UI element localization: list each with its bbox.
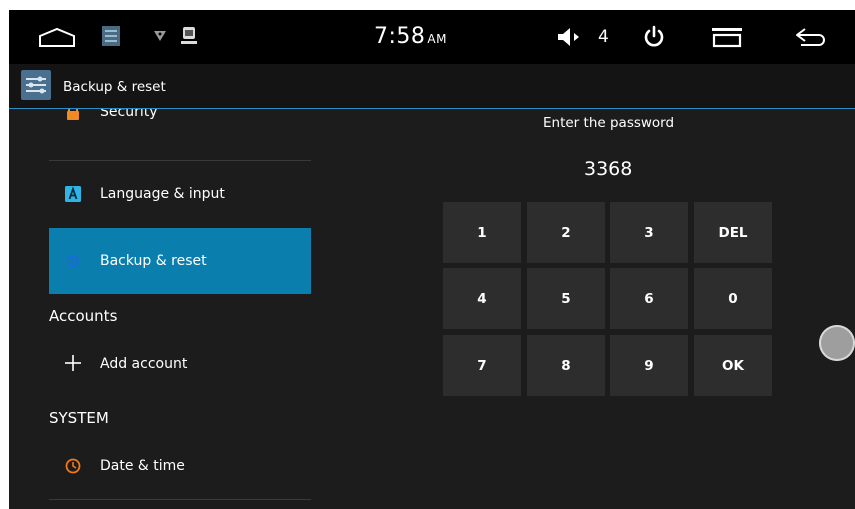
keypad-key-3[interactable]: 3 [610,202,688,263]
clock-ampm: AM [427,32,447,46]
keypad-key-ok[interactable]: OK [694,335,772,396]
back-icon[interactable] [793,26,829,48]
keypad-key-9[interactable]: 9 [610,335,688,396]
volume-level: 4 [598,27,609,47]
home-icon[interactable] [37,26,77,48]
keypad-key-2[interactable]: 2 [527,202,605,263]
password-field[interactable]: 3368 [584,157,632,181]
keypad-key-del[interactable]: DEL [694,202,772,263]
settings-item-label: Backup & reset [100,253,207,269]
wifi-icon [154,31,166,41]
settings-item-label: Security [100,109,158,120]
settings-item-label: Date & time [100,458,185,474]
page-title: Backup & reset [63,79,166,95]
settings-item-label: Add account [100,356,188,372]
volume-icon[interactable] [557,27,583,47]
keypad-key-0[interactable]: 0 [694,268,772,329]
clock: 7:58 AM [374,23,447,53]
settings-item-date-time[interactable]: Date & time [49,433,311,499]
restore-icon [66,254,79,268]
keypad-key-8[interactable]: 8 [527,335,605,396]
settings-item-security[interactable]: Security [49,109,311,160]
settings-item-add-account[interactable]: Add account [49,331,311,397]
password-prompt: Enter the password [543,115,675,131]
app-thumbnail-icon[interactable] [101,25,121,47]
settings-list: Security Language & input Backup & reset… [9,109,311,509]
keypad-key-1[interactable]: 1 [443,202,521,263]
keypad-key-7[interactable]: 7 [443,335,521,396]
settings-item-label: Language & input [100,186,225,202]
usb-debug-icon [181,27,197,44]
section-header-accounts: Accounts [49,307,118,325]
keypad-key-6[interactable]: 6 [610,268,688,329]
section-header-system: SYSTEM [49,409,109,427]
action-bar: Backup & reset [9,64,855,109]
keypad-key-4[interactable]: 4 [443,268,521,329]
clock-time: 7:58 [374,24,426,49]
keypad-key-5[interactable]: 5 [527,268,605,329]
power-icon[interactable] [643,25,665,49]
plus-icon [65,355,81,371]
clock-icon [65,458,81,474]
lock-icon [67,109,79,120]
list-divider [49,499,311,500]
device-screen: 7:58 AM 4 Backup & reset Security Langua… [9,10,855,509]
status-bar: 7:58 AM 4 [9,10,855,64]
settings-item-backup-reset[interactable]: Backup & reset [49,228,311,294]
keyboard-a-icon [65,186,81,202]
recent-apps-icon[interactable] [710,26,744,48]
settings-app-icon[interactable] [21,70,51,100]
settings-item-language[interactable]: Language & input [49,161,311,227]
floating-assistive-button[interactable] [819,325,855,361]
